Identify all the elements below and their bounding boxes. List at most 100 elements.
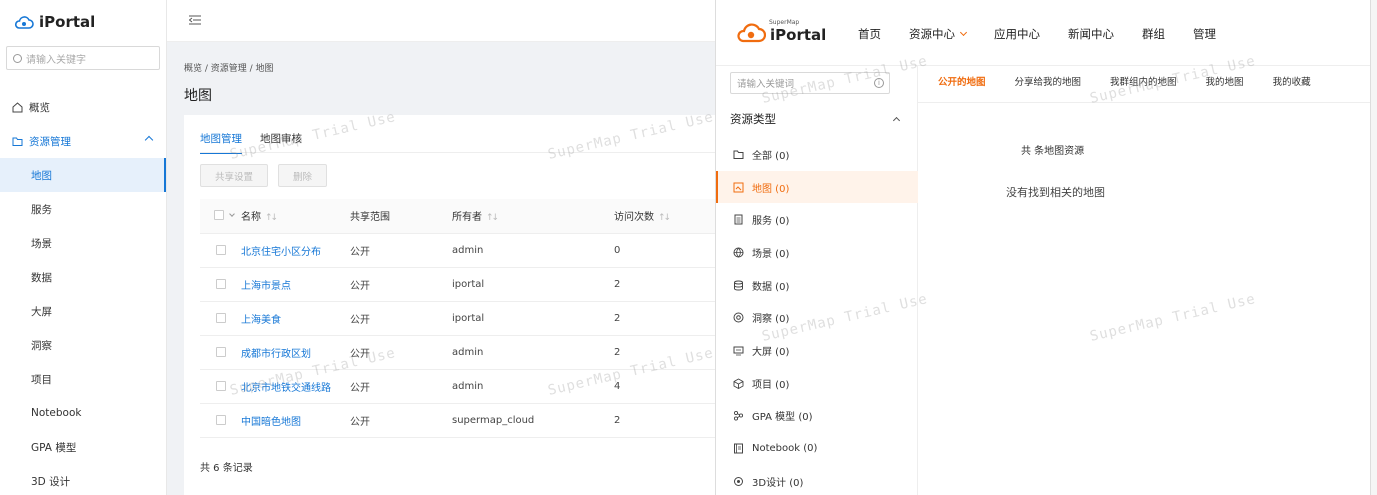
action-buttons: 共享设置 删除 (200, 164, 328, 187)
map-name-link[interactable]: 北京市地铁交通线路 (241, 383, 331, 394)
nav-sub-notebook[interactable]: Notebook (0, 396, 166, 430)
nav-groups[interactable]: 群组 (1142, 26, 1165, 42)
tab-group-maps[interactable]: 我群组内的地图 (1110, 74, 1177, 88)
type-label: 大屏 (0) (752, 346, 790, 358)
row-select-cell[interactable] (200, 369, 238, 404)
chevron-down-icon (959, 28, 968, 37)
type-project[interactable]: 项目 (0) (716, 367, 918, 400)
table-row: 成都市行政区划 公开 admin 2 (200, 335, 715, 370)
share-scope-cell: 公开 (350, 233, 452, 268)
type-scene[interactable]: 场景 (0) (716, 236, 918, 269)
col-visits[interactable]: 访问次数 ↑↓ (614, 199, 715, 234)
admin-sidebar: iPortal 请输入关键字 概览 资源管理 地图 服务 场景 数据 大屏 洞察… (0, 0, 167, 495)
type-map[interactable]: 地图 (0) (716, 170, 918, 204)
nav-resource-center[interactable]: 资源中心 (909, 26, 968, 42)
col-owner[interactable]: 所有者 ↑↓ (452, 199, 614, 234)
chevron-up-icon (144, 135, 154, 145)
nav-resource-management[interactable]: 资源管理 (0, 124, 166, 158)
map-icon (733, 182, 744, 193)
map-name-link[interactable]: 上海市景点 (241, 281, 291, 292)
owner-cell: supermap_cloud (452, 403, 614, 438)
type-insight[interactable]: 洞察 (0) (716, 301, 918, 334)
tab-my-favorites[interactable]: 我的收藏 (1273, 74, 1311, 88)
globe-icon (733, 247, 744, 258)
nav-sub-map[interactable]: 地图 (0, 158, 166, 192)
model-icon (733, 411, 744, 421)
share-scope-cell: 公开 (350, 301, 452, 336)
breadcrumb[interactable]: 概览 / 资源管理 / 地图 (184, 61, 274, 74)
nav-resource-center-label: 资源中心 (909, 27, 955, 41)
row-select-cell[interactable] (200, 233, 238, 268)
select-all-cell[interactable] (200, 199, 238, 234)
nav-sub-label: Notebook (31, 407, 82, 419)
sort-icon[interactable]: ↑↓ (658, 213, 671, 223)
maps-table: 名称 ↑↓ 共享范围 所有者 ↑↓ 访问次数 ↑↓ 北京住宅小区分布 公开 admin… (200, 199, 715, 438)
total-records: 共 6 条记录 (200, 463, 253, 474)
database-icon (734, 280, 743, 291)
map-name-link[interactable]: 中国暗色地图 (241, 417, 301, 428)
nav-sub-dashboard[interactable]: 大屏 (0, 294, 166, 328)
owner-cell: admin (452, 335, 614, 370)
select-all-checkbox[interactable] (214, 210, 224, 221)
portal-logo[interactable]: SuperMap iPortal (736, 19, 826, 44)
tab-map-review[interactable]: 地图审核 (260, 131, 302, 154)
nav-sub-3d-design[interactable]: 3D 设计 (0, 464, 166, 495)
nav-sub-gpa-model[interactable]: GPA 模型 (0, 430, 166, 464)
delete-button[interactable]: 删除 (278, 164, 328, 187)
row-checkbox[interactable] (216, 380, 226, 391)
row-select-cell[interactable] (200, 335, 238, 370)
tab-map-management[interactable]: 地图管理 (200, 131, 242, 154)
collapse-menu-icon[interactable] (189, 15, 201, 25)
tab-my-maps[interactable]: 我的地图 (1206, 74, 1244, 88)
nav-sub-project[interactable]: 项目 (0, 362, 166, 396)
chevron-up-icon[interactable] (892, 116, 901, 125)
nav-sub-data[interactable]: 数据 (0, 260, 166, 294)
nav-manage[interactable]: 管理 (1193, 26, 1216, 42)
share-settings-button[interactable]: 共享设置 (200, 164, 269, 187)
row-select-cell[interactable] (200, 301, 238, 336)
type-all[interactable]: 全部 (0) (716, 138, 918, 171)
nav-news-center[interactable]: 新闻中心 (1068, 26, 1114, 42)
owner-cell: admin (452, 233, 614, 268)
portal-window: SuperMap iPortal 首页 资源中心 应用中心 新闻中心 群组 管理… (716, 0, 1370, 495)
map-name-link[interactable]: 北京住宅小区分布 (241, 247, 321, 258)
admin-logo[interactable]: iPortal (0, 0, 166, 44)
row-select-cell[interactable] (200, 267, 238, 302)
nav-overview[interactable]: 概览 (0, 90, 166, 124)
portal-search-input[interactable]: 请输入关键词 i (730, 72, 890, 94)
nav-sub-insight[interactable]: 洞察 (0, 328, 166, 362)
resource-count: 共 条地图资源 (1021, 146, 1085, 157)
map-name-link[interactable]: 成都市行政区划 (241, 349, 311, 360)
share-scope-cell: 公开 (350, 335, 452, 370)
sort-icon[interactable]: ↑↓ (486, 213, 499, 223)
type-data[interactable]: 数据 (0) (716, 269, 918, 302)
nav-sub-scene[interactable]: 场景 (0, 226, 166, 260)
folder-icon (12, 137, 23, 146)
info-icon[interactable]: i (874, 78, 884, 88)
nav-app-center[interactable]: 应用中心 (994, 26, 1040, 42)
sort-icon[interactable]: ↑↓ (265, 213, 278, 223)
row-select-cell[interactable] (200, 403, 238, 438)
nav-sub-label: 洞察 (31, 339, 52, 352)
tab-shared-with-me[interactable]: 分享给我的地图 (1015, 74, 1082, 88)
type-3d-design[interactable]: 3D设计 (0) (716, 465, 918, 495)
row-checkbox[interactable] (216, 244, 226, 255)
nav-home[interactable]: 首页 (858, 26, 881, 42)
chevron-down-icon[interactable] (229, 211, 235, 218)
nav-sub-service[interactable]: 服务 (0, 192, 166, 226)
tab-public-maps[interactable]: 公开的地图 (938, 74, 986, 88)
row-checkbox[interactable] (216, 346, 226, 357)
type-notebook[interactable]: Notebook (0) (716, 432, 918, 465)
nav-sub-label: 3D 设计 (31, 475, 71, 488)
type-gpa-model[interactable]: GPA 模型 (0) (716, 400, 918, 433)
nav-sub-label: 项目 (31, 373, 52, 386)
row-checkbox[interactable] (216, 414, 226, 425)
row-checkbox[interactable] (216, 278, 226, 289)
col-name[interactable]: 名称 ↑↓ (238, 199, 350, 234)
admin-search-input[interactable]: 请输入关键字 (6, 46, 160, 70)
row-checkbox[interactable] (216, 312, 226, 323)
map-name-link[interactable]: 上海美食 (241, 315, 281, 326)
type-dashboard[interactable]: 大屏 (0) (716, 334, 918, 367)
col-share-scope-label: 共享范围 (350, 212, 390, 224)
type-service[interactable]: 服务 (0) (716, 203, 918, 236)
